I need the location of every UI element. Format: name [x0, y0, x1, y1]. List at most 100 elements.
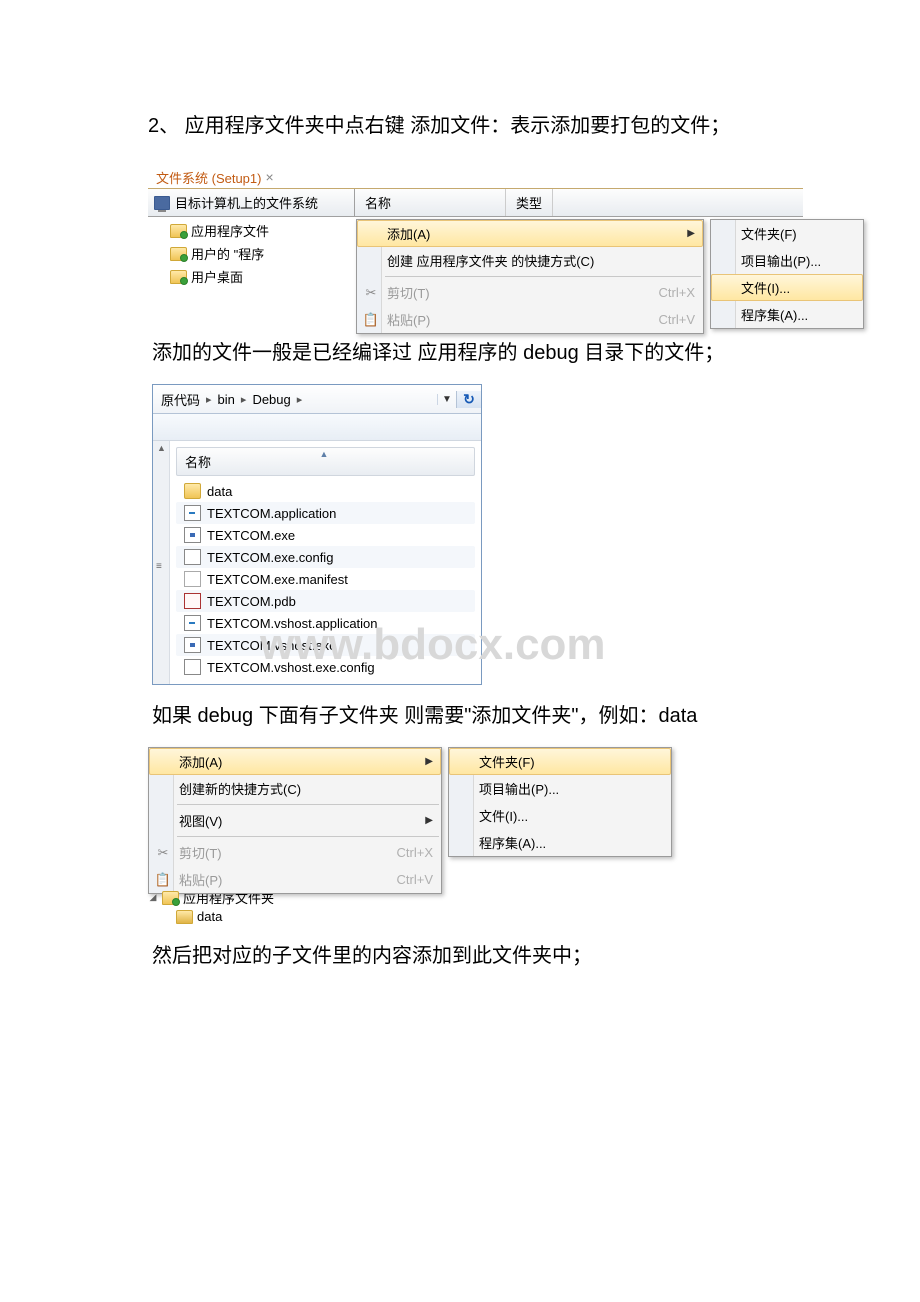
file-row[interactable]: TEXTCOM.pdb [176, 590, 475, 612]
chevron-right-icon[interactable]: ▸ [239, 393, 249, 406]
folder-icon [170, 247, 187, 261]
paragraph-2: 添加的文件一般是已经编译过 应用程序的 debug 目录下的文件； [0, 337, 920, 369]
refresh-icon[interactable]: ↻ [456, 391, 481, 408]
breadcrumb[interactable]: 原代码▸ bin▸ Debug▸ [153, 390, 437, 409]
menu-label: 文件(I)... [741, 278, 790, 297]
crumb[interactable]: Debug [248, 392, 294, 407]
shortcut-text: Ctrl+X [639, 285, 695, 300]
file-row[interactable]: TEXTCOM.exe [176, 524, 475, 546]
file-name: TEXTCOM.exe.manifest [207, 572, 348, 587]
menu-label: 剪切(T) [387, 283, 430, 302]
paragraph-3: 如果 debug 下面有子文件夹 则需要"添加文件夹"，例如：data [0, 700, 920, 732]
tree-item-child[interactable]: data [148, 908, 920, 925]
file-row[interactable]: TEXTCOM.vshost.exe.config [176, 656, 475, 678]
file-name: TEXTCOM.vshost.exe.config [207, 660, 375, 675]
config-icon [184, 659, 201, 675]
submenu-add: 文件夹(F) 项目输出(P)... 文件(I)... 程序集(A)... [710, 219, 864, 329]
paste-icon: 📋 [363, 312, 379, 328]
menu-label: 创建新的快捷方式(C) [179, 779, 301, 798]
list-header: 名称 类型 [355, 189, 803, 216]
computer-icon [154, 196, 170, 210]
exe-icon [184, 527, 201, 543]
cut-icon: ✂ [155, 845, 171, 861]
folder-icon [162, 891, 179, 905]
menu-item-add[interactable]: 添加(A)▶ [149, 748, 441, 775]
folder-icon [170, 224, 187, 238]
paragraph-4: 然后把对应的子文件里的内容添加到此文件夹中； [0, 940, 920, 972]
file-name: TEXTCOM.application [207, 506, 336, 521]
menu-item-view[interactable]: 视图(V)▶ [149, 807, 441, 834]
menu-label: 粘贴(P) [387, 310, 430, 329]
chevron-right-icon[interactable]: ▸ [204, 393, 214, 406]
file-row[interactable]: TEXTCOM.application [176, 502, 475, 524]
menu-label: 文件夹(F) [479, 752, 535, 771]
menu-item-cut: ✂剪切(T)Ctrl+X [357, 279, 703, 306]
chevron-right-icon[interactable]: ▸ [295, 393, 305, 406]
close-icon[interactable]: × [265, 169, 273, 185]
column-name[interactable]: 名称 [355, 189, 506, 216]
menu-label: 程序集(A)... [741, 305, 808, 324]
tree-label: 用户的 "程序 [191, 244, 264, 263]
file-name: TEXTCOM.vshost.exe [207, 638, 336, 653]
screenshot-context-menu-2: 添加(A)▶ 创建新的快捷方式(C) 视图(V)▶ ✂剪切(T)Ctrl+X 📋… [148, 747, 920, 877]
dropdown-icon[interactable]: ▼ [437, 394, 456, 405]
folder-icon [184, 483, 201, 499]
scrollbar[interactable]: ▲≡ [153, 441, 170, 684]
submenu-item-file[interactable]: 文件(I)... [449, 802, 671, 829]
submenu-item-file[interactable]: 文件(I)... [711, 274, 863, 301]
menu-item-paste: 📋粘贴(P)Ctrl+V [149, 866, 441, 893]
file-row[interactable]: TEXTCOM.exe.manifest [176, 568, 475, 590]
submenu-item-output[interactable]: 项目输出(P)... [711, 247, 863, 274]
application-icon [184, 505, 201, 521]
menu-item-shortcut[interactable]: 创建 应用程序文件夹 的快捷方式(C) [357, 247, 703, 274]
shortcut-text: Ctrl+X [377, 845, 433, 860]
tree-header-label: 目标计算机上的文件系统 [175, 193, 318, 212]
exe-icon [184, 637, 201, 653]
explorer-toolbar [153, 414, 481, 441]
tree-label: data [197, 909, 222, 924]
menu-label: 添加(A) [387, 224, 430, 243]
file-row[interactable]: data [176, 480, 475, 502]
file-name: TEXTCOM.pdb [207, 594, 296, 609]
tree-item-user-desktop[interactable]: 用户桌面 [148, 265, 342, 288]
submenu-item-folder[interactable]: 文件夹(F) [711, 220, 863, 247]
paragraph-1: 2、 应用程序文件夹中点右键 添加文件：表示添加要打包的文件； [0, 110, 920, 142]
menu-item-add[interactable]: 添加(A)▶ [357, 220, 703, 247]
menu-label: 粘贴(P) [179, 870, 222, 889]
config-icon [184, 549, 201, 565]
context-menu: 添加(A)▶ 创建 应用程序文件夹 的快捷方式(C) ✂剪切(T)Ctrl+X … [356, 219, 704, 334]
file-row[interactable]: TEXTCOM.vshost.application [176, 612, 475, 634]
context-menu: 添加(A)▶ 创建新的快捷方式(C) 视图(V)▶ ✂剪切(T)Ctrl+X 📋… [148, 747, 442, 894]
submenu-arrow-icon: ▶ [425, 815, 433, 826]
file-name: TEXTCOM.exe.config [207, 550, 333, 565]
tree-label: 应用程序文件 [191, 221, 269, 240]
menu-label: 项目输出(P)... [479, 779, 559, 798]
sort-asc-icon: ▲ [320, 449, 329, 459]
tab-file-system[interactable]: 文件系统 (Setup1) × [150, 166, 280, 188]
folder-tree: 应用程序文件 用户的 "程序 用户桌面 [148, 217, 342, 317]
file-name: data [207, 484, 232, 499]
crumb[interactable]: 原代码 [157, 390, 204, 409]
screenshot-explorer: 原代码▸ bin▸ Debug▸ ▼ ↻ ▲≡ ▲名称 data TEXTCOM… [152, 384, 482, 685]
screenshot-file-system: 文件系统 (Setup1) × 目标计算机上的文件系统 名称 类型 应用程序文件… [148, 162, 803, 317]
submenu-item-output[interactable]: 项目输出(P)... [449, 775, 671, 802]
tree-header[interactable]: 目标计算机上的文件系统 [148, 189, 355, 216]
column-type[interactable]: 类型 [506, 189, 553, 216]
crumb[interactable]: bin [214, 392, 239, 407]
submenu-item-assembly[interactable]: 程序集(A)... [449, 829, 671, 856]
menu-item-paste: 📋粘贴(P)Ctrl+V [357, 306, 703, 333]
menu-label: 项目输出(P)... [741, 251, 821, 270]
address-bar[interactable]: 原代码▸ bin▸ Debug▸ ▼ ↻ [153, 385, 481, 414]
pdb-icon [184, 593, 201, 609]
tree-label: 用户桌面 [191, 267, 243, 286]
file-row[interactable]: TEXTCOM.exe.config [176, 546, 475, 568]
menu-item-shortcut[interactable]: 创建新的快捷方式(C) [149, 775, 441, 802]
tree-item-app-folder[interactable]: 应用程序文件 [148, 219, 342, 242]
submenu-item-folder[interactable]: 文件夹(F) [449, 748, 671, 775]
submenu-arrow-icon: ▶ [425, 756, 433, 767]
tree-item-user-programs[interactable]: 用户的 "程序 [148, 242, 342, 265]
file-row[interactable]: TEXTCOM.vshost.exe [176, 634, 475, 656]
file-name: TEXTCOM.exe [207, 528, 295, 543]
column-header-name[interactable]: ▲名称 [176, 447, 475, 476]
submenu-item-assembly[interactable]: 程序集(A)... [711, 301, 863, 328]
